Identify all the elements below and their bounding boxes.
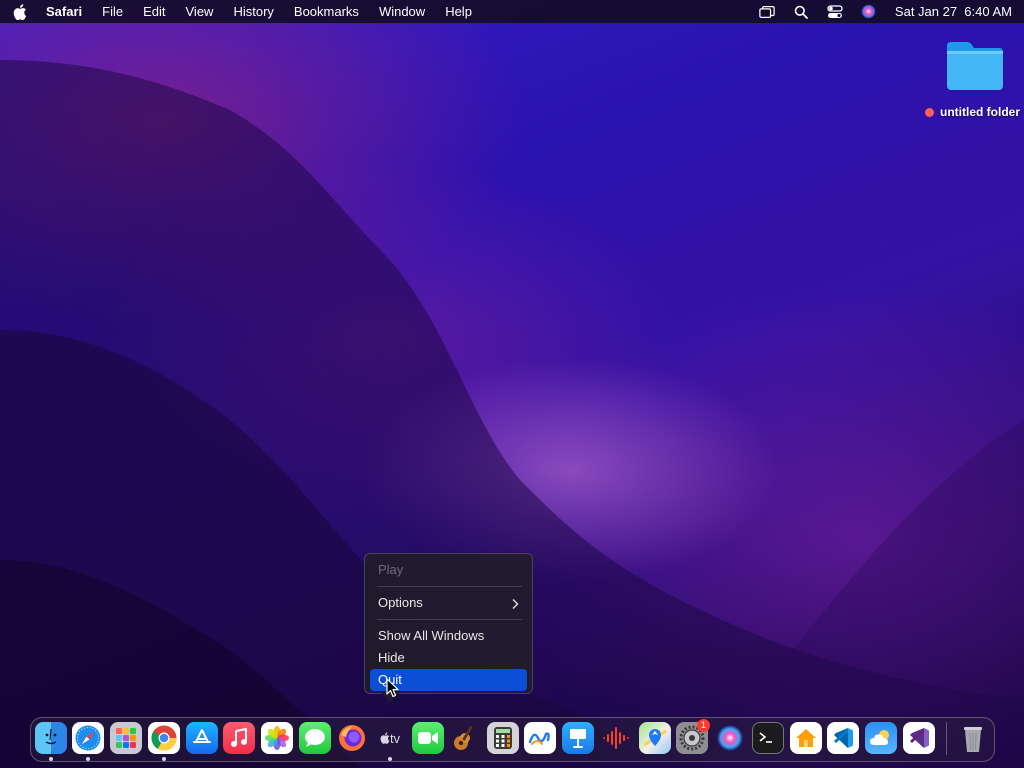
menu-window[interactable]: Window: [379, 0, 425, 23]
menu-bar: Safari File Edit View History Bookmarks …: [0, 0, 1024, 23]
running-indicator: [388, 757, 392, 761]
dock-terminal-icon[interactable]: [752, 722, 784, 754]
dock-launchpad-icon[interactable]: [110, 722, 142, 754]
menu-item-play: Play: [378, 562, 404, 577]
dock-freeform-icon[interactable]: [524, 722, 556, 754]
dock-context-menu: Play Options Show All Windows Hide Quit: [364, 553, 533, 694]
tv-label: tv: [389, 730, 401, 746]
running-indicator: [86, 757, 90, 761]
dock-visual-studio-icon[interactable]: [903, 722, 935, 754]
running-indicator: [162, 757, 166, 761]
dock-home-icon[interactable]: [790, 722, 822, 754]
dock-tv-icon[interactable]: tv: [373, 722, 407, 754]
dock-garageband-icon[interactable]: [449, 722, 481, 754]
menu-item-show-all-windows[interactable]: Show All Windows: [370, 625, 527, 647]
dock-trash-icon[interactable]: [957, 722, 989, 754]
apple-logo-icon[interactable]: [12, 3, 28, 20]
folder-icon[interactable]: [945, 40, 1005, 97]
menu-separator: [377, 619, 522, 620]
dock-messages-icon[interactable]: [299, 722, 331, 754]
menu-clock[interactable]: Sat Jan 27 6:40 AM: [895, 0, 1012, 23]
menu-separator: [377, 586, 522, 587]
screen-mirroring-icon[interactable]: [759, 4, 775, 20]
red-tag-icon: [925, 107, 934, 117]
menu-bookmarks[interactable]: Bookmarks: [294, 0, 359, 23]
chevron-right-icon: [511, 592, 519, 614]
notification-badge: 1: [697, 719, 710, 732]
dock-photos-icon[interactable]: [261, 722, 293, 754]
dock-voice-memos-icon[interactable]: [600, 722, 632, 754]
dock-maps-icon[interactable]: [639, 722, 671, 754]
dock-vscode-icon[interactable]: [827, 722, 859, 754]
menu-item-options[interactable]: Options: [370, 592, 527, 614]
dock-finder-icon[interactable]: [35, 722, 67, 754]
siri-icon[interactable]: [861, 4, 877, 20]
menu-item-options-label: Options: [378, 595, 423, 610]
menu-edit[interactable]: Edit: [143, 0, 165, 23]
menu-item-hide[interactable]: Hide: [370, 647, 527, 669]
control-center-icon[interactable]: [827, 4, 843, 20]
folder-name: untitled folder: [940, 105, 1020, 119]
dock-weather-icon[interactable]: [865, 722, 897, 754]
dock-facetime-icon[interactable]: [412, 722, 444, 754]
mouse-pointer-icon: [386, 678, 399, 698]
dock-siri-icon[interactable]: [714, 722, 746, 754]
menu-view[interactable]: View: [186, 0, 214, 23]
dock-chrome-icon[interactable]: [148, 722, 180, 754]
menu-app-name[interactable]: Safari: [46, 0, 82, 23]
dock-calculator-icon[interactable]: [487, 722, 519, 754]
menu-file[interactable]: File: [102, 0, 123, 23]
spotlight-search-icon[interactable]: [793, 4, 809, 20]
dock-music-icon[interactable]: [223, 722, 255, 754]
dock-firefox-icon[interactable]: [336, 722, 368, 754]
dock-app-store-icon[interactable]: [186, 722, 218, 754]
running-indicator: [49, 757, 53, 761]
menu-history[interactable]: History: [233, 0, 273, 23]
folder-label[interactable]: untitled folder: [924, 105, 1024, 119]
apple-logo-icon: [380, 732, 390, 744]
menu-help[interactable]: Help: [445, 0, 472, 23]
dock-divider: [946, 722, 947, 755]
dock-safari-icon[interactable]: [72, 722, 104, 754]
dock-keynote-icon[interactable]: [562, 722, 594, 754]
